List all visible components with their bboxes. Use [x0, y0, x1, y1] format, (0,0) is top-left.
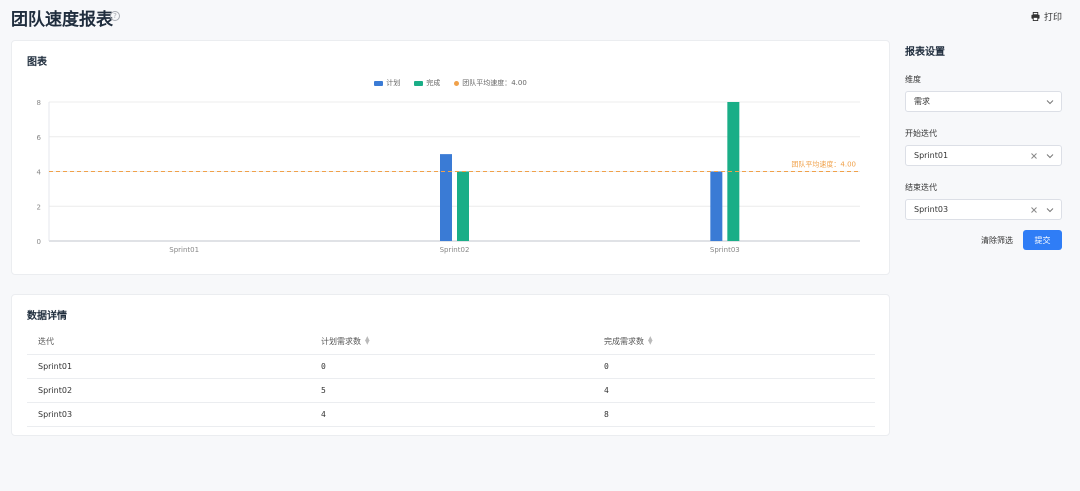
average-velocity-label: 团队平均速度：4.00	[791, 160, 856, 169]
chart-card: 图表 计划 完成 团队平均速度：4.00 0 2 4 6 8 Sprint01 Sprint…	[11, 40, 890, 275]
velocity-chart: 0 2 4 6 8 Sprint01 Sprint02 Sprint03 团队平均速度：4.00	[37, 99, 860, 254]
chevron-down-icon	[1046, 208, 1054, 213]
y-tick-label: 2	[37, 203, 41, 211]
x-tick-label: Sprint01	[169, 246, 199, 254]
cell-iteration: Sprint02	[27, 378, 310, 403]
start-iteration-select[interactable]: Sprint01	[905, 145, 1062, 166]
question-circle-icon[interactable]: ?	[110, 11, 120, 21]
bar	[440, 154, 452, 241]
table-header-row: 迭代 计划需求数 ▲ ▼ 完成需求数 ▲ ▼	[27, 329, 875, 355]
chevron-down-icon	[1046, 100, 1054, 105]
sort-icon[interactable]: ▲ ▼	[648, 336, 653, 346]
table-row: Sprint01 0 0	[27, 354, 875, 379]
clear-filter-button[interactable]: 清除筛选	[981, 235, 1013, 246]
cell-completed: 8	[593, 402, 875, 427]
y-tick-label: 6	[37, 134, 42, 142]
cell-planned: 5	[310, 378, 593, 403]
page-title: 团队速度报表	[11, 10, 113, 30]
table-row: Sprint02 5 4	[27, 378, 875, 403]
data-table: 迭代 计划需求数 ▲ ▼ 完成需求数 ▲ ▼ Sprint01 0 0 Sprint02…	[27, 329, 875, 427]
dimension-value: 需求	[914, 97, 930, 106]
clear-icon[interactable]	[1029, 151, 1039, 161]
dimension-select[interactable]: 需求	[905, 91, 1062, 112]
bar	[457, 171, 469, 241]
start-iteration-value: Sprint01	[914, 151, 949, 160]
end-iteration-label: 结束迭代	[905, 183, 937, 192]
cell-iteration: Sprint01	[27, 354, 310, 379]
print-label: 打印	[1043, 13, 1062, 23]
cell-planned: 4	[310, 402, 593, 427]
start-iteration-label: 开始迭代	[905, 129, 937, 138]
table-card: 数据详情 迭代 计划需求数 ▲ ▼ 完成需求数 ▲ ▼ Sprint01 0 0 Spr…	[11, 294, 890, 436]
cell-planned: 0	[310, 354, 593, 379]
y-tick-label: 8	[37, 99, 41, 107]
dimension-label: 维度	[905, 75, 921, 84]
sort-icon[interactable]: ▲ ▼	[365, 336, 370, 346]
column-header-planned[interactable]: 计划需求数 ▲ ▼	[310, 329, 593, 355]
end-iteration-select[interactable]: Sprint03	[905, 199, 1062, 220]
cell-completed: 4	[593, 378, 875, 403]
x-tick-label: Sprint02	[440, 246, 470, 254]
cell-iteration: Sprint03	[27, 402, 310, 427]
column-header-completed[interactable]: 完成需求数 ▲ ▼	[593, 329, 875, 355]
column-header-iteration: 迭代	[27, 329, 310, 355]
end-iteration-value: Sprint03	[914, 205, 949, 214]
print-button[interactable]: 打印	[1031, 10, 1062, 23]
submit-button[interactable]: 提交	[1023, 230, 1062, 250]
printer-icon	[1031, 12, 1040, 21]
clear-icon[interactable]	[1029, 205, 1039, 215]
y-tick-label: 4	[37, 169, 42, 177]
y-tick-label: 0	[37, 238, 41, 246]
cell-completed: 0	[593, 354, 875, 379]
chevron-down-icon	[1046, 154, 1054, 159]
settings-actions: 清除筛选 提交	[905, 230, 1062, 250]
table-card-title: 数据详情	[27, 311, 67, 322]
table-row: Sprint03 4 8	[27, 402, 875, 427]
bar	[710, 171, 723, 241]
settings-title: 报表设置	[905, 47, 945, 58]
x-tick-label: Sprint03	[710, 246, 740, 254]
report-settings-panel: 报表设置 维度 需求 开始迭代 Sprint01 结束迭代 Sprint03 清…	[905, 40, 1062, 250]
